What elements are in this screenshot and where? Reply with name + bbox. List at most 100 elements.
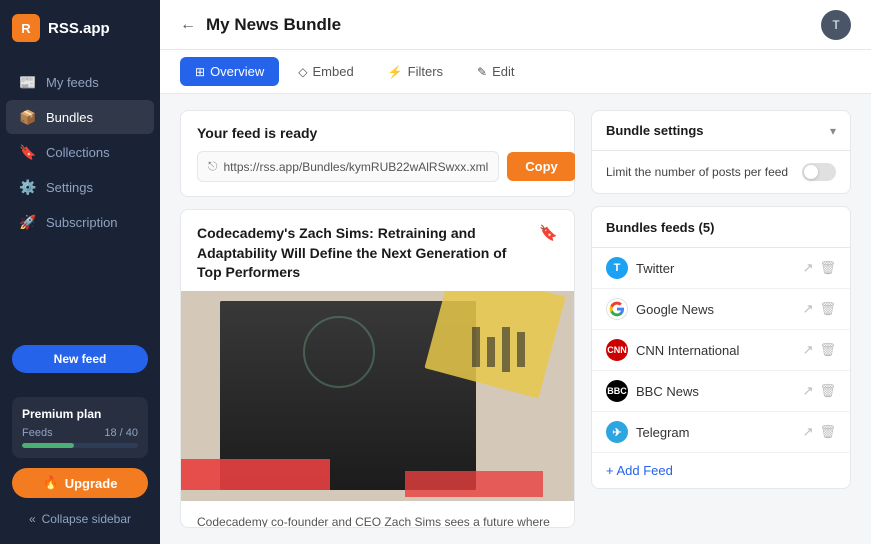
- collapse-sidebar-button[interactable]: « Collapse sidebar: [12, 506, 148, 532]
- sidebar-item-label: Bundles: [46, 110, 93, 125]
- bundle-setting-row: Limit the number of posts per feed: [592, 151, 850, 193]
- premium-bar-row: Feeds 18 / 40: [22, 427, 138, 439]
- progress-bar: [22, 443, 138, 448]
- edit-tab-icon: ✎: [477, 65, 487, 79]
- feed-ready-card: Your feed is ready ⎋ https://rss.app/Bun…: [180, 110, 575, 197]
- sidebar-item-settings[interactable]: ⚙️ Settings: [6, 170, 154, 204]
- delete-feed-icon[interactable]: 🗑: [819, 424, 836, 440]
- delete-feed-icon[interactable]: 🗑: [819, 260, 836, 276]
- main-content: ← My News Bundle T ⊞ Overview ◇ Embed ⚡ …: [160, 0, 871, 544]
- sidebar-item-subscription[interactable]: 🚀 Subscription: [6, 205, 154, 239]
- tab-filters[interactable]: ⚡ Filters: [373, 57, 458, 86]
- article-image: [181, 291, 574, 501]
- feeds-icon: 📰: [20, 74, 36, 90]
- sidebar-item-collections[interactable]: 🔖 Collections: [6, 135, 154, 169]
- sidebar-item-label: My feeds: [46, 75, 99, 90]
- sidebar-item-my-feeds[interactable]: 📰 My feeds: [6, 65, 154, 99]
- collections-icon: 🔖: [20, 144, 36, 160]
- add-feed-button[interactable]: + Add Feed: [606, 463, 673, 478]
- new-feed-button[interactable]: New feed: [12, 345, 148, 373]
- bundles-feeds-title: Bundles feeds (5): [606, 220, 714, 235]
- external-link-icon[interactable]: ↗: [803, 383, 814, 399]
- progress-fill: [22, 443, 74, 448]
- premium-box: Premium plan Feeds 18 / 40: [12, 397, 148, 458]
- feed-actions-twitter: ↗ 🗑: [803, 260, 836, 276]
- back-button[interactable]: ←: [180, 16, 196, 34]
- bundles-feeds-header: Bundles feeds (5): [592, 207, 850, 248]
- chevron-down-icon: ▾: [830, 124, 836, 138]
- delete-feed-icon[interactable]: 🗑: [819, 301, 836, 317]
- feed-url-text: https://rss.app/Bundles/kymRUB22wAlRSwxx…: [224, 160, 489, 174]
- limit-posts-toggle[interactable]: [802, 163, 836, 181]
- cnn-logo: CNN: [606, 339, 628, 361]
- external-link-icon[interactable]: ↗: [803, 342, 814, 358]
- add-feed-row: + Add Feed: [592, 453, 850, 488]
- sidebar-item-bundles[interactable]: 📦 Bundles: [6, 100, 154, 134]
- right-panel: Bundle settings ▾ Limit the number of po…: [591, 110, 851, 528]
- feed-item-telegram: ✈ Telegram ↗ 🗑: [592, 412, 850, 453]
- feeds-label: Feeds: [22, 427, 53, 439]
- tab-overview[interactable]: ⊞ Overview: [180, 57, 279, 86]
- feed-name-google-news: Google News: [636, 302, 795, 317]
- tab-edit[interactable]: ✎ Edit: [462, 57, 529, 86]
- sidebar: R RSS.app 📰 My feeds 📦 Bundles 🔖 Collect…: [0, 0, 160, 544]
- collapse-icon: «: [29, 512, 36, 526]
- sidebar-item-label: Settings: [46, 180, 93, 195]
- sidebar-logo: R RSS.app: [0, 0, 160, 56]
- article-header: Codecademy's Zach Sims: Retraining and A…: [181, 210, 574, 291]
- delete-feed-icon[interactable]: 🗑: [819, 342, 836, 358]
- bbc-logo: BBC: [606, 380, 628, 402]
- feed-ready-title: Your feed is ready: [197, 125, 558, 141]
- left-panel: Your feed is ready ⎋ https://rss.app/Bun…: [180, 110, 575, 528]
- feed-actions-telegram: ↗ 🗑: [803, 424, 836, 440]
- feed-actions-google-news: ↗ 🗑: [803, 301, 836, 317]
- external-link-icon[interactable]: ↗: [803, 260, 814, 276]
- article-image-inner: [181, 291, 574, 501]
- copy-button[interactable]: Copy: [507, 152, 575, 181]
- limit-posts-label: Limit the number of posts per feed: [606, 165, 788, 179]
- feed-name-twitter: Twitter: [636, 261, 795, 276]
- feed-name-cnn: CNN International: [636, 343, 795, 358]
- bundle-settings-header[interactable]: Bundle settings ▾: [592, 111, 850, 151]
- feeds-count: 18 / 40: [104, 427, 138, 439]
- tab-embed[interactable]: ◇ Embed: [283, 57, 368, 86]
- article-title: Codecademy's Zach Sims: Retraining and A…: [197, 224, 531, 283]
- article-card: Codecademy's Zach Sims: Retraining and A…: [180, 209, 575, 528]
- bookmark-icon[interactable]: 🔖: [539, 224, 558, 242]
- external-link-icon[interactable]: ↗: [803, 424, 814, 440]
- feed-url-row: ⎋ https://rss.app/Bundles/kymRUB22wAlRSw…: [197, 151, 558, 182]
- telegram-logo: ✈: [606, 421, 628, 443]
- upgrade-button[interactable]: 🔥 Upgrade: [12, 468, 148, 498]
- bundle-settings-card: Bundle settings ▾ Limit the number of po…: [591, 110, 851, 194]
- feed-item-bbc: BBC BBC News ↗ 🗑: [592, 371, 850, 412]
- delete-feed-icon[interactable]: 🗑: [819, 383, 836, 399]
- tabs-bar: ⊞ Overview ◇ Embed ⚡ Filters ✎ Edit: [160, 50, 871, 94]
- fire-icon: 🔥: [43, 475, 59, 491]
- content-area: Your feed is ready ⎋ https://rss.app/Bun…: [160, 94, 871, 544]
- embed-tab-icon: ◇: [298, 65, 307, 79]
- article-excerpt: Codecademy co-founder and CEO Zach Sims …: [197, 513, 558, 528]
- twitter-logo: T: [606, 257, 628, 279]
- logo-text: RSS.app: [48, 20, 110, 37]
- bundle-settings-title: Bundle settings: [606, 123, 704, 138]
- subscription-icon: 🚀: [20, 214, 36, 230]
- settings-icon: ⚙️: [20, 179, 36, 195]
- topbar: ← My News Bundle T: [160, 0, 871, 50]
- bundles-feeds-card: Bundles feeds (5) T Twitter ↗ 🗑: [591, 206, 851, 489]
- feed-item-twitter: T Twitter ↗ 🗑: [592, 248, 850, 289]
- feed-name-telegram: Telegram: [636, 425, 795, 440]
- logo-icon: R: [12, 14, 40, 42]
- feed-item-google-news: Google News ↗ 🗑: [592, 289, 850, 330]
- article-body: Codecademy co-founder and CEO Zach Sims …: [181, 501, 574, 528]
- sidebar-item-label: Subscription: [46, 215, 118, 230]
- sidebar-bottom: Premium plan Feeds 18 / 40 🔥 Upgrade « C…: [0, 385, 160, 544]
- external-link-icon[interactable]: ↗: [803, 301, 814, 317]
- google-logo: [606, 298, 628, 320]
- premium-title: Premium plan: [22, 407, 138, 421]
- feed-item-cnn: CNN CNN International ↗ 🗑: [592, 330, 850, 371]
- feed-url-box: ⎋ https://rss.app/Bundles/kymRUB22wAlRSw…: [197, 151, 499, 182]
- avatar[interactable]: T: [821, 10, 851, 40]
- link-icon: ⎋: [208, 159, 218, 174]
- bundles-icon: 📦: [20, 109, 36, 125]
- filters-tab-icon: ⚡: [388, 65, 403, 79]
